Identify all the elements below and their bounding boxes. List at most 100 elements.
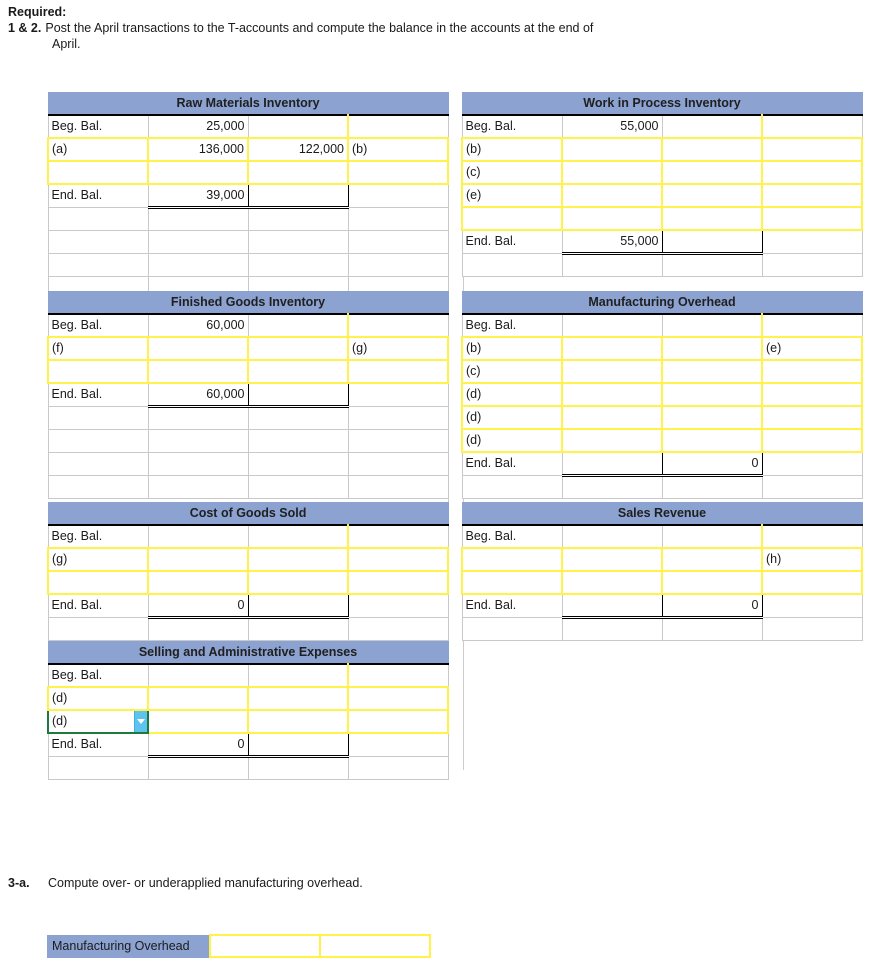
credit-entry-label[interactable] [347, 358, 449, 384]
credit-entry-label[interactable]: (e) [761, 335, 863, 361]
credit-amount[interactable] [247, 312, 349, 338]
credit-amount[interactable] [661, 381, 763, 407]
credit-amount[interactable] [661, 358, 763, 384]
debit-amount[interactable] [561, 546, 663, 572]
credit-amount[interactable] [661, 427, 763, 453]
credit-amount[interactable] [661, 569, 763, 595]
debit-amount[interactable] [147, 685, 249, 711]
credit-amount[interactable] [247, 113, 349, 139]
credit-amount[interactable] [661, 312, 763, 338]
credit-amount[interactable] [661, 113, 763, 139]
debit-amount[interactable] [147, 159, 249, 185]
credit-amount[interactable]: 122,000 [247, 136, 349, 162]
entry-label[interactable] [47, 358, 149, 384]
debit-amount[interactable] [561, 159, 663, 185]
credit-entry-label[interactable] [761, 381, 863, 407]
credit-entry-label[interactable] [760, 205, 864, 231]
credit-amount[interactable] [661, 335, 763, 361]
debit-amount[interactable] [561, 569, 663, 595]
taccount-header-row: Raw Materials Inventory [47, 92, 449, 115]
debit-amount[interactable] [147, 358, 249, 384]
debit-amount[interactable] [561, 335, 663, 361]
entry-label[interactable]: (e) [461, 182, 563, 208]
debit-amount[interactable] [561, 404, 663, 430]
entry-label[interactable] [47, 569, 149, 595]
credit-amount[interactable] [247, 159, 349, 185]
credit-entry-label[interactable] [760, 159, 864, 185]
credit-entry-label[interactable] [761, 427, 863, 453]
credit-amount[interactable] [661, 546, 763, 572]
debit-amount[interactable] [561, 205, 663, 231]
credit-entry-label[interactable] [761, 569, 863, 595]
debit-amount[interactable] [561, 427, 663, 453]
credit-amount[interactable] [247, 569, 349, 595]
entry-label[interactable]: (c) [461, 159, 563, 185]
debit-amount[interactable] [147, 569, 249, 595]
credit-amount[interactable] [661, 182, 763, 208]
credit-amount[interactable] [247, 358, 349, 384]
credit-entry-label[interactable]: (g) [347, 335, 449, 361]
table-row: End. Bal. 0 [47, 732, 449, 758]
credit-entry-label[interactable] [761, 404, 863, 430]
credit-entry-label[interactable] [346, 569, 450, 595]
entry-label[interactable] [461, 546, 563, 572]
empty-cell [347, 206, 449, 231]
debit-amount[interactable] [147, 546, 249, 572]
entry-label[interactable]: (b) [461, 335, 563, 361]
credit-entry-label[interactable] [346, 546, 450, 572]
entry-label[interactable]: (b) [461, 136, 563, 162]
entry-label[interactable]: (d) [461, 404, 563, 430]
credit-entry-label[interactable] [346, 159, 450, 185]
chevron-down-icon[interactable] [134, 711, 146, 731]
entry-label[interactable] [461, 205, 563, 231]
credit-entry-label[interactable] [761, 358, 863, 384]
entry-label[interactable]: (d) [47, 685, 149, 711]
debit-amount[interactable] [561, 136, 663, 162]
table-row: (d) [461, 404, 863, 430]
credit-entry-label[interactable] [760, 136, 864, 162]
moh-value-input-1[interactable] [208, 934, 321, 958]
entry-label[interactable]: (a) [47, 136, 149, 162]
credit-entry-label[interactable]: (b) [346, 136, 450, 162]
debit-amount[interactable]: 136,000 [147, 136, 249, 162]
credit-entry-label[interactable] [346, 685, 450, 711]
empty-cell [661, 252, 763, 277]
debit-amount[interactable] [561, 182, 663, 208]
credit-amount[interactable] [247, 662, 349, 688]
credit-amount[interactable] [247, 546, 349, 572]
credit-entry-label [761, 523, 863, 548]
credit-amount[interactable] [661, 205, 763, 231]
empty-cell [761, 252, 863, 277]
entry-label[interactable]: (d) [461, 427, 563, 453]
debit-amount[interactable] [561, 381, 663, 407]
debit-amount[interactable] [561, 358, 663, 384]
debit-amount[interactable] [147, 708, 249, 734]
debit-amount[interactable] [147, 335, 249, 361]
credit-amount[interactable] [247, 685, 349, 711]
credit-entry-label [761, 229, 863, 254]
credit-amount[interactable] [661, 136, 763, 162]
credit-entry-label[interactable] [346, 708, 450, 734]
credit-entry-label[interactable] [760, 182, 864, 208]
ending-balance-label: End. Bal. [461, 593, 563, 618]
credit-entry-label[interactable]: (h) [761, 546, 863, 572]
table-row: End. Bal. 60,000 [47, 382, 449, 408]
entry-label[interactable] [461, 569, 563, 595]
credit-amount[interactable] [661, 404, 763, 430]
entry-label[interactable]: (d) [461, 381, 563, 407]
taccount-work-in-process-inventory: Work in Process Inventory Beg. Bal. 55,000… [461, 92, 864, 277]
entry-label[interactable]: (f) [47, 335, 149, 361]
empty-row [47, 474, 449, 499]
credit-amount[interactable] [661, 159, 763, 185]
entry-label[interactable]: (c) [461, 358, 563, 384]
entry-label[interactable] [47, 159, 149, 185]
entry-label[interactable]: (d) [47, 708, 149, 734]
credit-amount[interactable] [661, 523, 763, 549]
credit-amount[interactable] [247, 708, 349, 734]
credit-amount[interactable] [247, 335, 349, 361]
moh-value-input-2[interactable] [318, 934, 431, 958]
entry-label[interactable]: (g) [47, 546, 149, 572]
credit-amount[interactable] [247, 523, 349, 549]
empty-cell [561, 616, 663, 641]
table-row: Beg. Bal. 55,000 [461, 113, 863, 139]
